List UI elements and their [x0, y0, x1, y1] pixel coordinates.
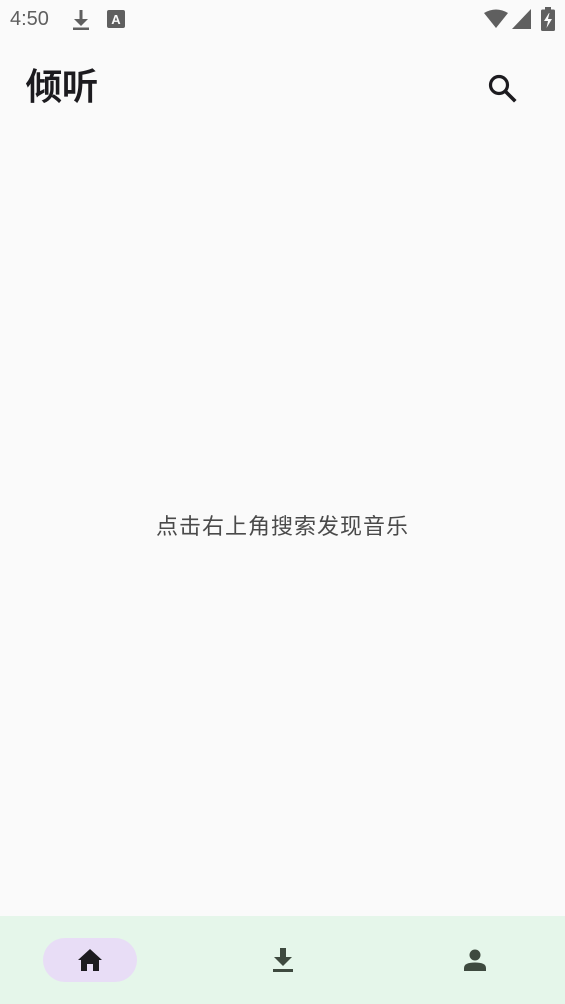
nav-profile-tab[interactable]: [428, 938, 522, 982]
download-icon: [73, 10, 89, 30]
person-icon: [464, 949, 486, 971]
status-time: 4:50: [10, 8, 49, 30]
nav-home-tab[interactable]: [43, 938, 137, 982]
bottom-navigation: [0, 916, 565, 1004]
nav-downloads-tab[interactable]: [236, 938, 330, 982]
signal-icon: [512, 9, 531, 29]
download-icon: [273, 948, 293, 972]
status-bar: 4:50 A: [0, 0, 565, 38]
search-button[interactable]: [476, 62, 528, 114]
wifi-icon: [484, 9, 508, 28]
svg-text:A: A: [111, 12, 121, 27]
home-icon: [78, 949, 102, 971]
battery-charging-icon: [541, 7, 555, 31]
app-bar: 倾听: [0, 38, 565, 140]
keyboard-a-icon: A: [107, 10, 125, 28]
page-title: 倾听: [26, 67, 99, 108]
search-icon: [488, 74, 517, 103]
empty-state-hint: 点击右上角搜索发现音乐: [155, 515, 409, 540]
